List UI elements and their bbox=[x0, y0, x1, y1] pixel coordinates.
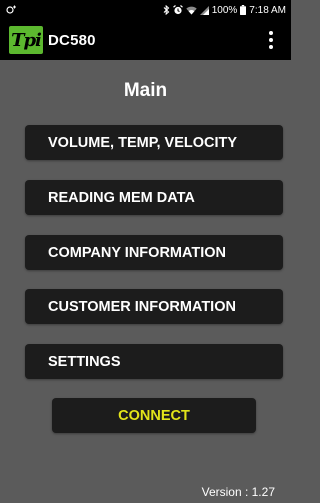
bluetooth-icon bbox=[163, 5, 170, 15]
overflow-dot bbox=[269, 38, 273, 42]
wifi-icon bbox=[186, 6, 197, 15]
app-logo: Tpi bbox=[9, 26, 43, 54]
battery-icon bbox=[240, 5, 247, 15]
version-label: Version : 1.27 bbox=[201, 485, 275, 499]
overflow-dot bbox=[269, 31, 273, 35]
page-title: Main bbox=[123, 80, 168, 101]
alarm-icon bbox=[172, 5, 183, 15]
status-right: 100% 7:18 AM bbox=[163, 5, 286, 16]
company-information-button[interactable]: COMPANY INFORMATION bbox=[25, 235, 283, 270]
customer-information-button[interactable]: CUSTOMER INFORMATION bbox=[25, 289, 283, 324]
more-vert-icon[interactable] bbox=[261, 26, 281, 54]
app-bar: Tpi DC580 bbox=[0, 20, 291, 60]
reading-mem-data-button[interactable]: READING MEM DATA bbox=[25, 180, 283, 215]
volume-temp-velocity-button[interactable]: VOLUME, TEMP, VELOCITY bbox=[25, 125, 283, 160]
overflow-dot bbox=[269, 45, 273, 49]
app-title: DC580 bbox=[48, 31, 96, 49]
settings-button[interactable]: SETTINGS bbox=[25, 344, 283, 379]
status-left bbox=[6, 5, 18, 15]
status-bar: 100% 7:18 AM bbox=[0, 0, 291, 20]
connect-button[interactable]: CONNECT bbox=[52, 398, 256, 433]
notification-icon bbox=[6, 5, 18, 15]
status-time: 7:18 AM bbox=[249, 4, 286, 16]
signal-icon bbox=[199, 5, 209, 15]
battery-percent: 100% bbox=[211, 4, 238, 16]
